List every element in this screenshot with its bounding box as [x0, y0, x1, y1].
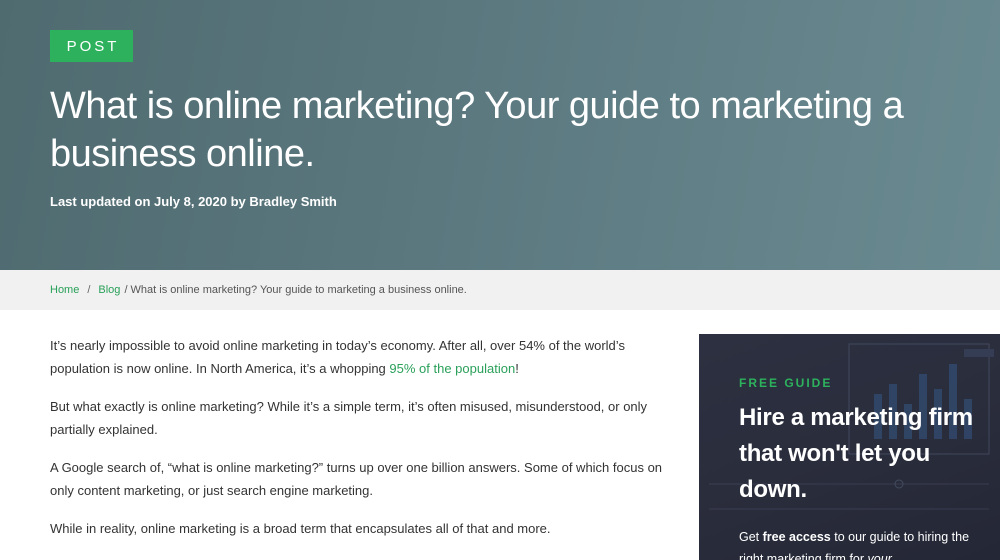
paragraph-text: ! — [515, 360, 519, 376]
promo-description: Get free access to our guide to hiring t… — [739, 526, 979, 560]
promo-title: Hire a marketing firm that won't let you… — [739, 404, 973, 503]
promo-text: Get — [739, 530, 763, 544]
population-stat-link[interactable]: 95% of the population — [389, 361, 515, 376]
breadcrumb-home-link[interactable]: Home — [50, 284, 79, 296]
article-paragraph: A Google search of, “what is online mark… — [50, 460, 663, 498]
breadcrumb: Home / Blog / What is online marketing? … — [0, 270, 1000, 310]
post-meta: Last updated on July 8, 2020 by Bradley … — [50, 194, 337, 209]
article-paragraph: While in reality, online marketing is a … — [50, 521, 551, 536]
article-paragraph: It’s nearly impossible to avoid online m… — [50, 335, 675, 380]
article-paragraph: But what exactly is online marketing? Wh… — [50, 399, 648, 437]
breadcrumb-separator: / — [87, 284, 91, 296]
breadcrumb-current: / What is online marketing? Your guide t… — [124, 284, 467, 296]
hero-banner: POST What is online marketing? Your guid… — [0, 0, 1000, 270]
page-title: What is online marketing? Your guide to … — [50, 85, 904, 175]
article-body: It’s nearly impossible to avoid online m… — [50, 335, 675, 557]
free-guide-promo[interactable]: FREE GUIDE Hire a marketing firm that wo… — [699, 334, 1000, 560]
breadcrumb-blog-link[interactable]: Blog — [98, 284, 120, 296]
promo-label: FREE GUIDE — [739, 376, 833, 390]
paragraph-text: It’s nearly impossible to avoid online m… — [50, 338, 625, 376]
post-badge: POST — [50, 30, 133, 62]
promo-text-bold: free access — [762, 530, 831, 544]
promo-text-italic: your — [867, 552, 892, 560]
